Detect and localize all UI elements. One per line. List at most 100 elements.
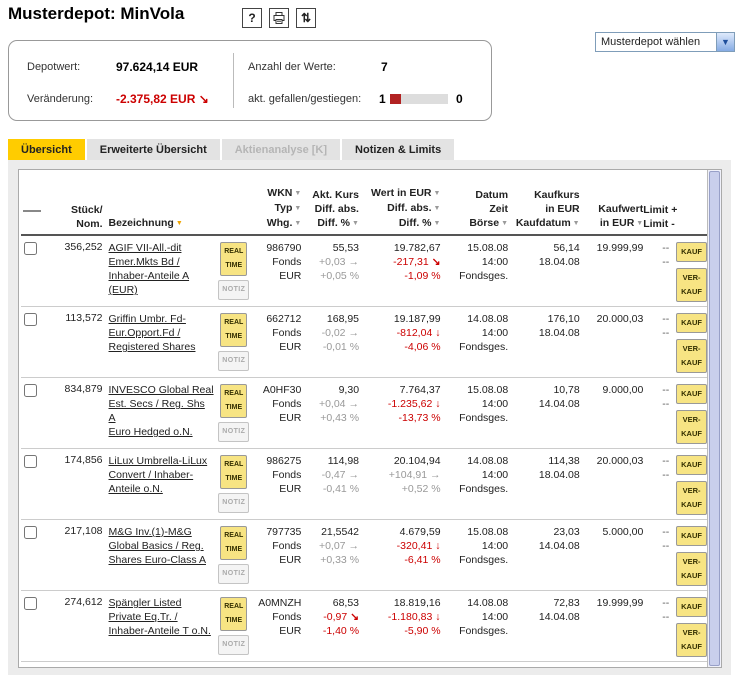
cell-wkn: 986790 bbox=[266, 242, 302, 254]
cell-kaufkurs: 23,03 bbox=[553, 526, 580, 538]
cell-wert-pct: -6,41 % bbox=[404, 554, 441, 566]
trend-arrow-icon: → bbox=[348, 327, 360, 339]
cell-stueck: 217,108 bbox=[64, 525, 103, 537]
col-kaufdatum[interactable]: Kaufdatum ▼ bbox=[508, 216, 580, 231]
col-typ[interactable]: Typ ▼ bbox=[254, 201, 301, 216]
cell-typ: Fonds bbox=[272, 256, 302, 268]
gefallen-value: 1 bbox=[379, 92, 386, 106]
cell-zeit: 14:00 bbox=[481, 469, 509, 481]
cell-typ: Fonds bbox=[272, 611, 302, 623]
kauf-button[interactable]: KAUF bbox=[676, 313, 707, 333]
refresh-button[interactable]: ⇅ bbox=[296, 8, 316, 28]
help-button[interactable]: ? bbox=[242, 8, 262, 28]
col-kaufkurs: Kaufkurs bbox=[534, 189, 580, 201]
cell-wkn: A0HF30 bbox=[262, 384, 302, 396]
sort-down-icon: ▼ bbox=[636, 220, 644, 227]
realtime-button[interactable]: REAL TIME bbox=[220, 526, 248, 560]
musterdepot-select[interactable]: Musterdepot wählen ▼ bbox=[595, 32, 735, 52]
realtime-button[interactable]: REAL TIME bbox=[220, 242, 248, 276]
cell-kaufdatum: 14.04.08 bbox=[538, 540, 580, 552]
row-checkbox[interactable] bbox=[24, 242, 37, 255]
cell-limit-plus: -- bbox=[662, 455, 670, 467]
verkauf-button[interactable]: VER- KAUF bbox=[676, 552, 707, 586]
position-link[interactable]: M&G Inv.(1)-M&G Global Basics / Reg. Share… bbox=[109, 525, 214, 567]
kauf-button[interactable]: KAUF bbox=[676, 597, 707, 617]
col-wert-eur[interactable]: Wert in EUR ▼ bbox=[359, 186, 440, 201]
row-checkbox[interactable] bbox=[24, 384, 37, 397]
anzahl-label: Anzahl der Werte: bbox=[248, 61, 336, 73]
verkauf-button[interactable]: VER- KAUF bbox=[676, 481, 707, 515]
vertical-scrollbar[interactable] bbox=[707, 170, 721, 667]
cell-limit-minus: -- bbox=[662, 540, 670, 552]
kauf-button[interactable]: KAUF bbox=[676, 526, 707, 546]
position-link[interactable]: INVESCO Global Real Est. Secs / Reg. Shs … bbox=[109, 383, 214, 439]
col-wkn[interactable]: WKN ▼ bbox=[254, 186, 302, 201]
realtime-button[interactable]: REAL TIME bbox=[220, 455, 248, 489]
gefallen-gestiegen-label: akt. gefallen/gestiegen: bbox=[248, 93, 362, 105]
cell-wkn: A0MNZH bbox=[258, 597, 302, 609]
position-link[interactable]: LiLux Umbrella-LiLux Convert / Inhaber- An… bbox=[109, 454, 214, 496]
table-row: 174,856 LiLux Umbrella-LiLux Convert / In… bbox=[21, 449, 707, 520]
verkauf-button[interactable]: VER- KAUF bbox=[676, 339, 707, 373]
table-row: 356,252 AGIF VII-All.-dit Emer.Mkts Bd / I… bbox=[21, 236, 707, 307]
cell-typ: Fonds bbox=[272, 469, 302, 481]
cell-typ: Fonds bbox=[272, 540, 302, 552]
row-checkbox[interactable] bbox=[24, 526, 37, 539]
kauf-button[interactable]: KAUF bbox=[676, 242, 707, 262]
col-stueck[interactable]: Stück/ bbox=[45, 203, 103, 217]
notiz-button[interactable]: NOTIZ bbox=[218, 564, 250, 584]
realtime-button[interactable]: REAL TIME bbox=[220, 597, 248, 631]
trend-arrow-icon: → bbox=[348, 469, 360, 481]
cell-wert-pct: -13,73 % bbox=[398, 412, 441, 424]
kauf-button[interactable]: KAUF bbox=[676, 384, 707, 404]
cell-kurs: 114,98 bbox=[327, 455, 360, 467]
realtime-button[interactable]: REAL TIME bbox=[220, 313, 248, 347]
col-whg[interactable]: Whg. ▼ bbox=[254, 216, 302, 231]
row-checkbox[interactable] bbox=[24, 455, 37, 468]
row-checkbox[interactable] bbox=[24, 597, 37, 610]
cell-stueck: 834,879 bbox=[64, 383, 103, 395]
realtime-button[interactable]: REAL TIME bbox=[220, 384, 248, 418]
chevron-down-icon[interactable]: ▼ bbox=[716, 33, 734, 51]
col-limit-minus: Limit - bbox=[643, 218, 675, 230]
cell-boerse: Fondsges. bbox=[459, 625, 509, 637]
col-kaufwert: Kaufwert bbox=[598, 203, 644, 215]
verkauf-button[interactable]: VER- KAUF bbox=[676, 268, 707, 302]
col-bezeichnung[interactable]: Bezeichnung ▼ bbox=[109, 216, 214, 231]
position-link[interactable]: Spängler Listed Private Eq.Tr. / Inhaber-A… bbox=[109, 596, 214, 638]
cell-kaufkurs: 72,83 bbox=[553, 597, 580, 609]
notiz-button[interactable]: NOTIZ bbox=[218, 280, 250, 300]
scrollbar-thumb[interactable] bbox=[709, 171, 720, 666]
position-link[interactable]: Griffin Umbr. Fd- Eur.Opport.Fd / Register… bbox=[109, 312, 214, 354]
cell-kurs-diff: +0,04 → bbox=[318, 398, 360, 410]
notiz-button[interactable]: NOTIZ bbox=[218, 351, 250, 371]
cell-limit-minus: -- bbox=[662, 398, 670, 410]
position-link[interactable]: AGIF VII-All.-dit Emer.Mkts Bd / Inhaber-A… bbox=[109, 241, 214, 297]
row-checkbox[interactable] bbox=[24, 313, 37, 326]
notiz-button[interactable]: NOTIZ bbox=[218, 493, 250, 513]
cell-limit-plus: -- bbox=[662, 242, 670, 254]
col-boerse[interactable]: Börse ▼ bbox=[440, 216, 508, 231]
cell-datum: 15.08.08 bbox=[467, 384, 509, 396]
print-button[interactable] bbox=[269, 8, 289, 28]
cell-boerse: Fondsges. bbox=[459, 270, 509, 282]
cell-kaufdatum: 18.04.08 bbox=[538, 327, 580, 339]
notiz-button[interactable]: NOTIZ bbox=[218, 422, 250, 442]
cell-wert-diff: +104,91 → bbox=[388, 469, 441, 481]
cell-wert-diff: -1.235,62 ↓ bbox=[387, 398, 441, 410]
cell-kurs: 9,30 bbox=[338, 384, 360, 396]
kauf-button[interactable]: KAUF bbox=[676, 455, 707, 475]
tab-bar: Übersicht Erweiterte Übersicht Aktienana… bbox=[8, 139, 455, 160]
tab-uebersicht[interactable]: Übersicht bbox=[8, 139, 85, 160]
anzahl-value: 7 bbox=[381, 60, 388, 74]
notiz-button[interactable]: NOTIZ bbox=[218, 635, 250, 655]
verkauf-button[interactable]: VER- KAUF bbox=[676, 410, 707, 444]
cell-kurs: 168,95 bbox=[326, 313, 360, 325]
col-diff-pct[interactable]: Diff. % ▼ bbox=[301, 216, 359, 231]
sort-down-icon: ▼ bbox=[294, 190, 302, 197]
cell-wert: 7.764,37 bbox=[399, 384, 441, 396]
verkauf-button[interactable]: VER- KAUF bbox=[676, 623, 707, 657]
tab-notizen-limits[interactable]: Notizen & Limits bbox=[342, 139, 455, 160]
tab-erweiterte-uebersicht[interactable]: Erweiterte Übersicht bbox=[86, 139, 220, 160]
cell-whg: EUR bbox=[279, 341, 302, 353]
